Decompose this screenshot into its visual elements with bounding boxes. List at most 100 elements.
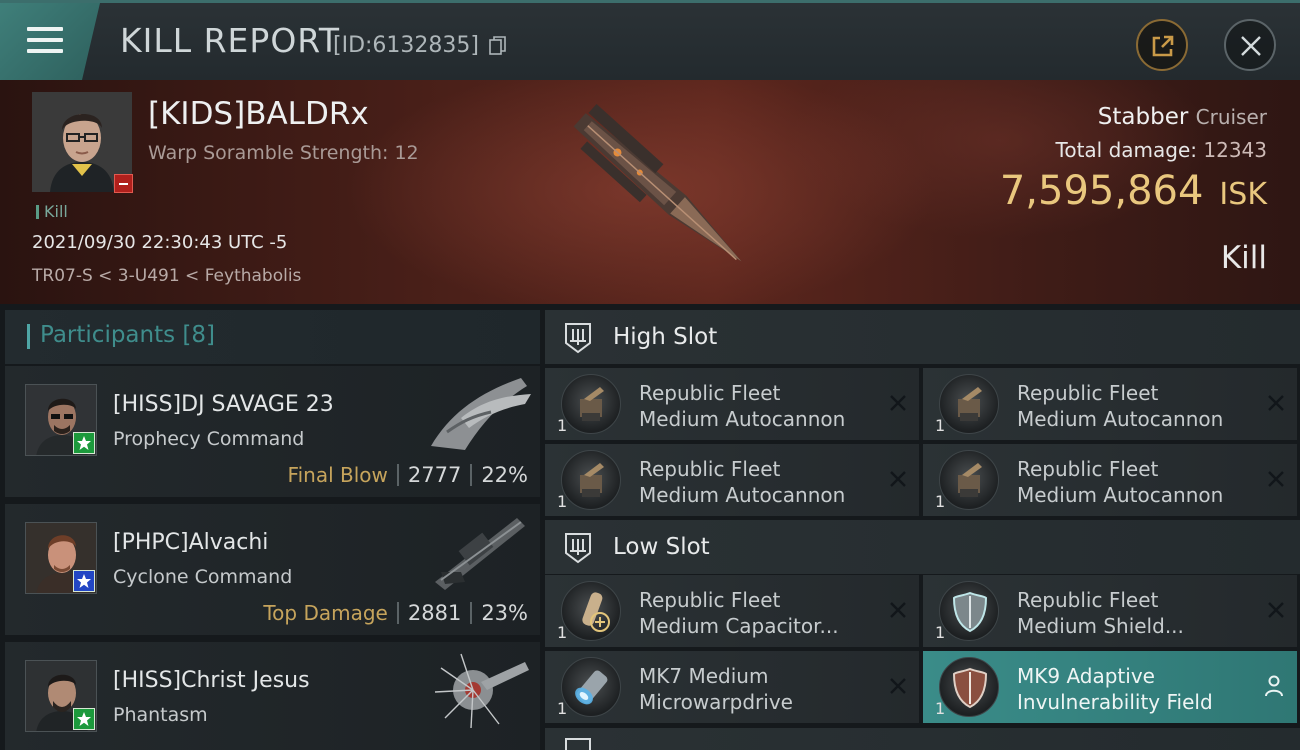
fitting-panel: High Slot 1 Republic Fleet Medium Autocan… bbox=[545, 310, 1300, 750]
participant-ship-image[interactable] bbox=[421, 510, 536, 592]
corp-badge bbox=[73, 432, 95, 454]
isk-unit: ISK bbox=[1219, 177, 1267, 212]
participants-header: Participants [8] bbox=[5, 310, 540, 364]
participant-stats: Final Blow 2777 22% bbox=[288, 463, 528, 487]
module-item[interactable]: 1 Republic Fleet Medium Autocannon bbox=[923, 368, 1297, 440]
person-icon[interactable] bbox=[1265, 675, 1283, 697]
autocannon-icon bbox=[561, 450, 621, 510]
module-quantity: 1 bbox=[557, 416, 568, 435]
shield-icon bbox=[939, 581, 999, 641]
module-item[interactable]: 1 Republic Fleet Medium Autocannon bbox=[923, 444, 1297, 516]
victim-name[interactable]: [KIDS]BALDRx bbox=[148, 96, 369, 132]
isk-amount: 7,595,864 bbox=[999, 168, 1204, 214]
kill-tag: Kill bbox=[36, 202, 68, 221]
remove-icon[interactable] bbox=[889, 677, 907, 695]
remove-icon[interactable] bbox=[889, 394, 907, 412]
low-slot-header: Low Slot bbox=[545, 520, 1300, 574]
remove-icon[interactable] bbox=[889, 470, 907, 488]
star-icon bbox=[77, 574, 91, 588]
mid-slot-header bbox=[545, 728, 1300, 750]
participant-name[interactable]: [PHPC]Alvachi bbox=[113, 530, 268, 555]
total-damage: Total damage: 12343 bbox=[1056, 138, 1267, 162]
participant-row[interactable]: [PHPC]Alvachi Cyclone Command Top Damage… bbox=[5, 504, 540, 638]
corp-badge bbox=[73, 570, 95, 592]
victim-location[interactable]: TR07-S < 3-U491 < Feythabolis bbox=[32, 266, 301, 286]
module-name: Republic Fleet Medium Shield... bbox=[1017, 588, 1184, 638]
victim-timestamp: 2021/09/30 22:30:43 UTC -5 bbox=[32, 232, 288, 253]
module-item[interactable]: 1 MK7 Medium Microwarpdrive bbox=[545, 651, 919, 723]
hostile-badge bbox=[114, 174, 133, 193]
remove-icon[interactable] bbox=[889, 601, 907, 619]
total-damage-value: 12343 bbox=[1203, 138, 1267, 162]
remove-icon[interactable] bbox=[1267, 394, 1285, 412]
remove-icon[interactable] bbox=[1267, 601, 1285, 619]
participant-name[interactable]: [HISS]DJ SAVAGE 23 bbox=[113, 392, 334, 417]
slot-icon bbox=[565, 323, 591, 354]
participants-panel: Participants [8] [HISS]DJ SAVAGE 23 Prop… bbox=[5, 310, 540, 750]
victim-ship-image[interactable] bbox=[530, 82, 780, 304]
menu-icon bbox=[27, 27, 63, 55]
participant-percent: 23% bbox=[481, 601, 528, 625]
module-quantity: 1 bbox=[557, 699, 568, 718]
module-name: Republic Fleet Medium Autocannon bbox=[1017, 457, 1224, 507]
module-quantity: 1 bbox=[557, 623, 568, 642]
participant-ship: Phantasm bbox=[113, 704, 208, 726]
module-name: Republic Fleet Medium Autocannon bbox=[639, 457, 846, 507]
participant-ship-image[interactable] bbox=[421, 648, 536, 730]
victim-subtitle: Warp Soramble Strength: 12 bbox=[148, 142, 419, 164]
title-bar: KILL REPORT [ID:6132835] bbox=[0, 0, 1300, 80]
module-name: Republic Fleet Medium Autocannon bbox=[1017, 381, 1224, 431]
module-name: MK7 Medium Microwarpdrive bbox=[639, 664, 793, 714]
module-item[interactable]: 1 Republic Fleet Medium Shield... bbox=[923, 575, 1297, 647]
participant-row[interactable]: [HISS]DJ SAVAGE 23 Prophecy Command Fina… bbox=[5, 366, 540, 500]
total-damage-label: Total damage: bbox=[1055, 138, 1198, 162]
remove-icon[interactable] bbox=[1267, 470, 1285, 488]
autocannon-icon bbox=[939, 374, 999, 434]
participant-damage: 2881 bbox=[407, 601, 462, 625]
participant-ship: Cyclone Command bbox=[113, 566, 293, 588]
low-slot-title: Low Slot bbox=[613, 534, 710, 560]
slot-icon bbox=[565, 533, 591, 564]
module-name: Republic Fleet Medium Capacitor... bbox=[639, 588, 839, 638]
victim-banner: [KIDS]BALDRx Warp Soramble Strength: 12 … bbox=[0, 80, 1300, 304]
participant-ship: Prophecy Command bbox=[113, 428, 305, 450]
participants-count: [8] bbox=[182, 322, 216, 348]
victim-ship-class: Cruiser bbox=[1195, 105, 1267, 129]
module-item[interactable]: 1 Republic Fleet Medium Capacitor... bbox=[545, 575, 919, 647]
share-button[interactable] bbox=[1136, 19, 1188, 71]
page-title: KILL REPORT bbox=[120, 21, 340, 60]
participant-row[interactable]: [HISS]Christ Jesus Phantasm bbox=[5, 642, 540, 750]
victim-ship-name[interactable]: Stabber bbox=[1098, 104, 1189, 130]
high-slot-header: High Slot bbox=[545, 310, 1300, 364]
copy-icon[interactable] bbox=[489, 36, 507, 56]
autocannon-icon bbox=[939, 450, 999, 510]
close-button[interactable] bbox=[1224, 19, 1276, 71]
participant-percent: 22% bbox=[481, 463, 528, 487]
autocannon-icon bbox=[561, 374, 621, 434]
module-quantity: 1 bbox=[935, 699, 946, 718]
slot-icon bbox=[565, 738, 591, 750]
module-name: Republic Fleet Medium Autocannon bbox=[639, 381, 846, 431]
result-label: Kill bbox=[1220, 240, 1267, 276]
star-icon bbox=[77, 436, 91, 450]
invulnerability-icon bbox=[939, 657, 999, 717]
participant-ship-image[interactable] bbox=[421, 372, 536, 454]
menu-button[interactable] bbox=[0, 3, 100, 80]
module-item[interactable]: 1 Republic Fleet Medium Autocannon bbox=[545, 368, 919, 440]
module-item[interactable]: 1 Republic Fleet Medium Autocannon bbox=[545, 444, 919, 516]
close-icon bbox=[1241, 36, 1261, 56]
participant-damage: 2777 bbox=[407, 463, 462, 487]
module-quantity: 1 bbox=[935, 623, 946, 642]
participants-title: Participants [8] bbox=[40, 322, 216, 348]
capacitor-icon bbox=[561, 581, 621, 641]
module-quantity: 1 bbox=[935, 492, 946, 511]
share-icon bbox=[1152, 35, 1174, 57]
module-item-selected[interactable]: 1 MK9 Adaptive Invulnerability Field bbox=[923, 651, 1297, 723]
final-blow-tag: Final Blow bbox=[287, 463, 388, 487]
module-quantity: 1 bbox=[557, 492, 568, 511]
victim-ship: Stabber Cruiser bbox=[1098, 104, 1267, 130]
microwarpdrive-icon bbox=[561, 657, 621, 717]
participant-name[interactable]: [HISS]Christ Jesus bbox=[113, 668, 310, 693]
report-id: [ID:6132835] bbox=[333, 33, 479, 58]
high-slot-title: High Slot bbox=[613, 324, 718, 350]
